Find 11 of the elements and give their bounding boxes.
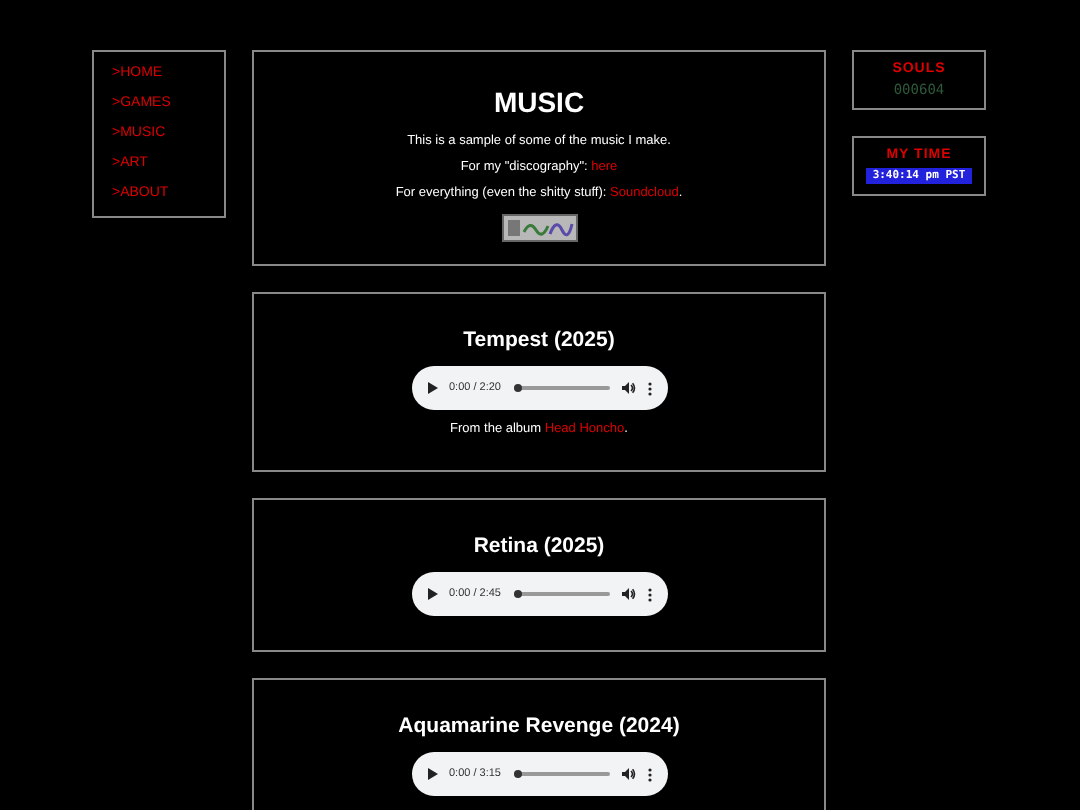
track-title: Tempest (2025) bbox=[463, 326, 615, 354]
volume-icon[interactable] bbox=[621, 768, 635, 780]
play-icon[interactable] bbox=[427, 768, 437, 780]
play-icon[interactable] bbox=[427, 588, 437, 600]
track-title: Aquamarine Revenge (2024) bbox=[398, 712, 680, 740]
page-title: MUSIC bbox=[493, 84, 585, 120]
volume-icon[interactable] bbox=[621, 588, 635, 600]
track-title: Retina (2025) bbox=[473, 532, 605, 560]
play-icon[interactable] bbox=[427, 382, 437, 394]
badge-drawing[interactable] bbox=[501, 214, 577, 242]
volume-icon[interactable] bbox=[621, 382, 635, 394]
